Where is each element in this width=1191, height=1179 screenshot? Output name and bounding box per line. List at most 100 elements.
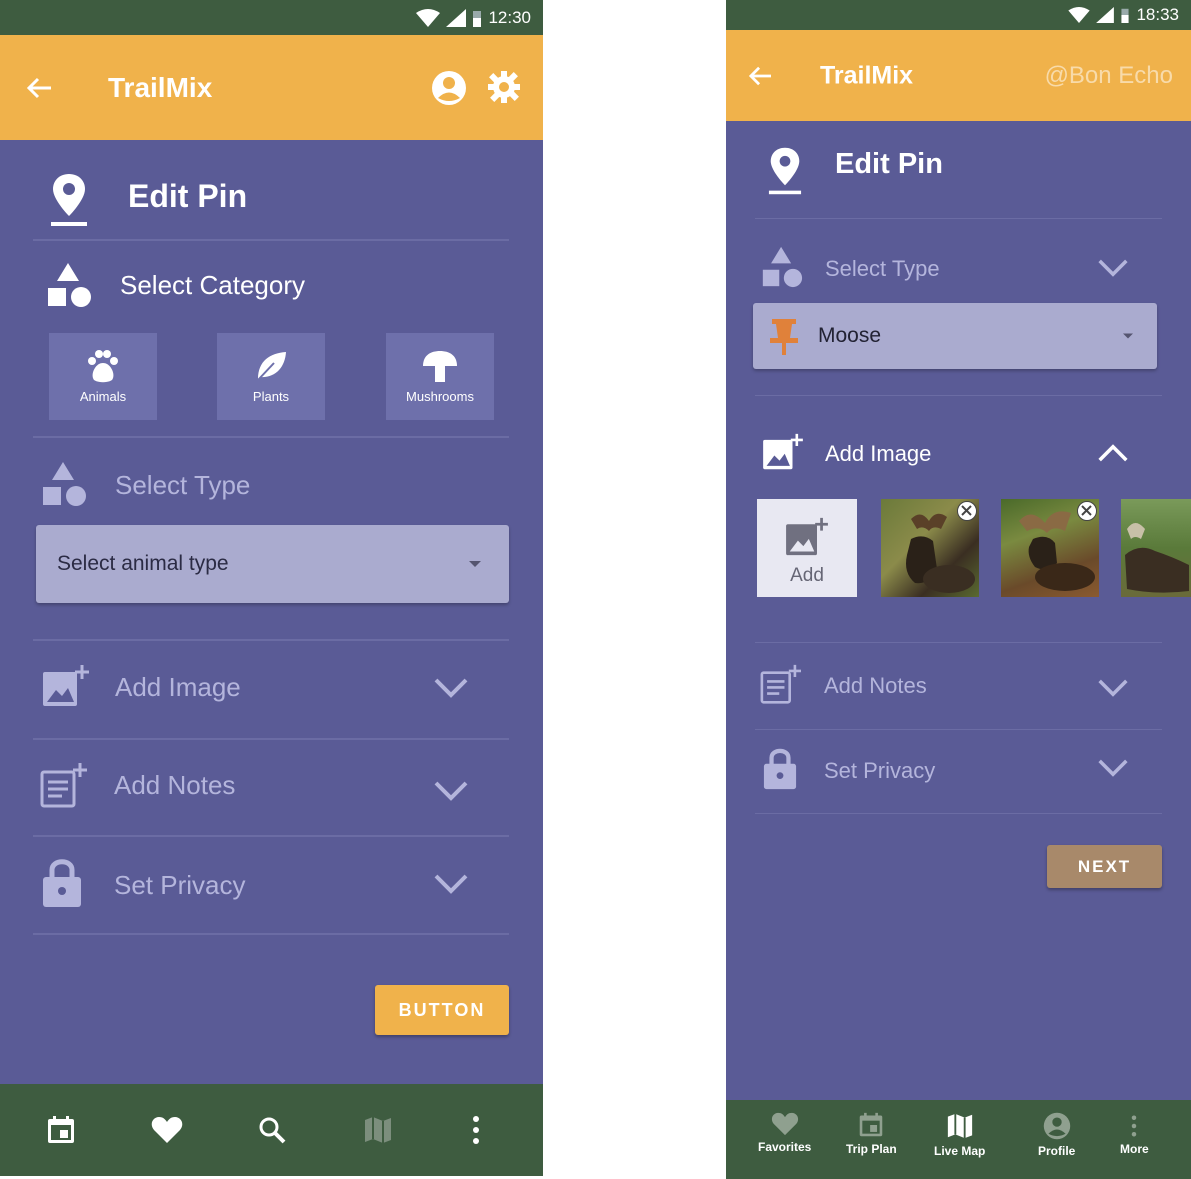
map-icon <box>947 1113 972 1139</box>
battery-icon <box>1121 8 1130 23</box>
more-vert-icon[interactable] <box>472 1115 480 1145</box>
select-value: Moose <box>818 324 882 347</box>
paw-icon <box>88 350 118 383</box>
divider <box>755 813 1162 814</box>
set-privacy-label[interactable]: Set Privacy <box>824 758 935 784</box>
status-time: 18:33 <box>1136 5 1179 24</box>
user-handle: @Bon Echo <box>1044 61 1173 89</box>
divider <box>33 738 509 740</box>
divider <box>33 436 509 438</box>
mushroom-icon <box>423 351 457 382</box>
phone-screen-right: 18:33 TrailMix @Bon Echo Edit Pin Select… <box>726 0 1191 1179</box>
add-image-icon <box>43 665 89 706</box>
category-tile-plants[interactable]: Plants <box>217 333 325 420</box>
status-bar: 12:30 <box>0 0 543 35</box>
nav-item-trip-plan[interactable]: Trip Plan <box>846 1112 897 1156</box>
category-tile-mushrooms[interactable]: Mushrooms <box>386 333 494 420</box>
select-type-label: Select Type <box>115 470 251 500</box>
bottom-nav <box>0 1084 543 1176</box>
app-bar: TrailMix <box>0 35 543 140</box>
shapes-icon <box>43 462 86 506</box>
add-notes-icon <box>760 664 801 704</box>
calendar-icon <box>860 1112 883 1137</box>
page-title: Edit Pin <box>835 148 943 180</box>
search-icon[interactable] <box>258 1116 286 1144</box>
battery-icon <box>473 10 482 27</box>
remove-photo-icon[interactable] <box>1077 501 1097 521</box>
divider <box>755 395 1162 396</box>
add-image-label[interactable]: Add Image <box>115 672 241 703</box>
status-time: 12:30 <box>488 7 531 27</box>
account-icon <box>1043 1112 1070 1140</box>
map-icon[interactable] <box>363 1115 393 1145</box>
nav-item-more[interactable]: More <box>1120 1114 1149 1156</box>
divider <box>33 239 509 241</box>
select-type-label[interactable]: Select Type <box>825 256 940 282</box>
lock-icon <box>43 859 81 907</box>
heart-icon[interactable] <box>151 1116 183 1144</box>
lock-icon <box>763 748 797 790</box>
signal-icon <box>1096 7 1115 23</box>
add-image-tile[interactable]: Add <box>757 499 857 597</box>
phone-screen-left: 12:30 TrailMix Edit Pin Select Category … <box>0 0 543 1176</box>
divider <box>33 835 509 837</box>
chevron-down-icon[interactable] <box>1097 678 1129 698</box>
calendar-icon[interactable] <box>46 1115 76 1145</box>
next-button[interactable]: NEXT <box>1047 845 1162 888</box>
shapes-icon <box>48 263 91 307</box>
add-notes-label[interactable]: Add Notes <box>114 770 235 801</box>
select-value: Select animal type <box>57 552 229 575</box>
nav-label: Profile <box>1038 1144 1076 1158</box>
chevron-down-icon[interactable] <box>433 677 469 699</box>
back-arrow-icon[interactable] <box>26 76 52 100</box>
chevron-down-icon[interactable] <box>1097 258 1129 278</box>
app-title: TrailMix <box>108 71 213 103</box>
account-icon[interactable] <box>431 70 467 106</box>
nav-item-favorites[interactable]: Favorites <box>758 1112 811 1154</box>
chevron-down-icon[interactable] <box>433 873 469 895</box>
photo-thumbnail[interactable] <box>881 499 979 597</box>
nav-item-live-map[interactable]: Live Map <box>934 1112 985 1158</box>
nav-label: Live Map <box>934 1144 986 1158</box>
add-image-label[interactable]: Add Image <box>825 441 931 467</box>
nav-label: Trip Plan <box>846 1142 897 1156</box>
nav-item-profile[interactable]: Profile <box>1038 1112 1075 1158</box>
add-notes-label[interactable]: Add Notes <box>824 673 927 699</box>
divider <box>755 642 1162 643</box>
add-image-icon <box>786 517 828 556</box>
chevron-down-icon[interactable] <box>1097 758 1129 778</box>
bottom-nav: Favorites Trip Plan Live Map Profile Mor… <box>726 1100 1191 1179</box>
select-category-label: Select Category <box>120 270 305 300</box>
animal-type-select[interactable]: Moose <box>753 303 1157 369</box>
photo-thumbnail[interactable] <box>1001 499 1099 597</box>
signal-icon <box>446 8 467 27</box>
set-privacy-label[interactable]: Set Privacy <box>114 870 246 901</box>
dropdown-arrow-icon <box>1123 333 1133 339</box>
add-notes-icon <box>40 763 87 808</box>
dropdown-arrow-icon <box>469 561 481 567</box>
app-title: TrailMix <box>820 61 914 89</box>
remove-photo-icon[interactable] <box>957 501 977 521</box>
leaf-icon <box>257 352 286 381</box>
submit-button[interactable]: BUTTON <box>375 985 509 1035</box>
nav-label: More <box>1120 1142 1149 1156</box>
location-pin-icon <box>51 174 87 226</box>
animal-type-select[interactable]: Select animal type <box>36 525 509 603</box>
category-tile-animals[interactable]: Animals <box>49 333 157 420</box>
wifi-icon <box>1068 7 1091 23</box>
category-tile-label: Animals <box>79 389 127 404</box>
category-tile-label: Mushrooms <box>406 389 474 404</box>
more-vert-icon <box>1132 1115 1137 1137</box>
divider <box>755 729 1162 730</box>
chevron-down-icon[interactable] <box>433 780 469 802</box>
photo-thumbnail[interactable] <box>1121 499 1191 597</box>
gear-icon[interactable] <box>487 70 521 104</box>
back-arrow-icon[interactable] <box>748 65 772 87</box>
divider <box>33 639 509 641</box>
pushpin-icon <box>770 319 798 355</box>
page-title: Edit Pin <box>128 178 248 214</box>
add-tile-label: Add <box>790 565 824 586</box>
nav-label: Favorites <box>758 1140 812 1154</box>
app-bar: TrailMix @Bon Echo <box>726 30 1191 121</box>
chevron-up-icon[interactable] <box>1097 443 1129 463</box>
